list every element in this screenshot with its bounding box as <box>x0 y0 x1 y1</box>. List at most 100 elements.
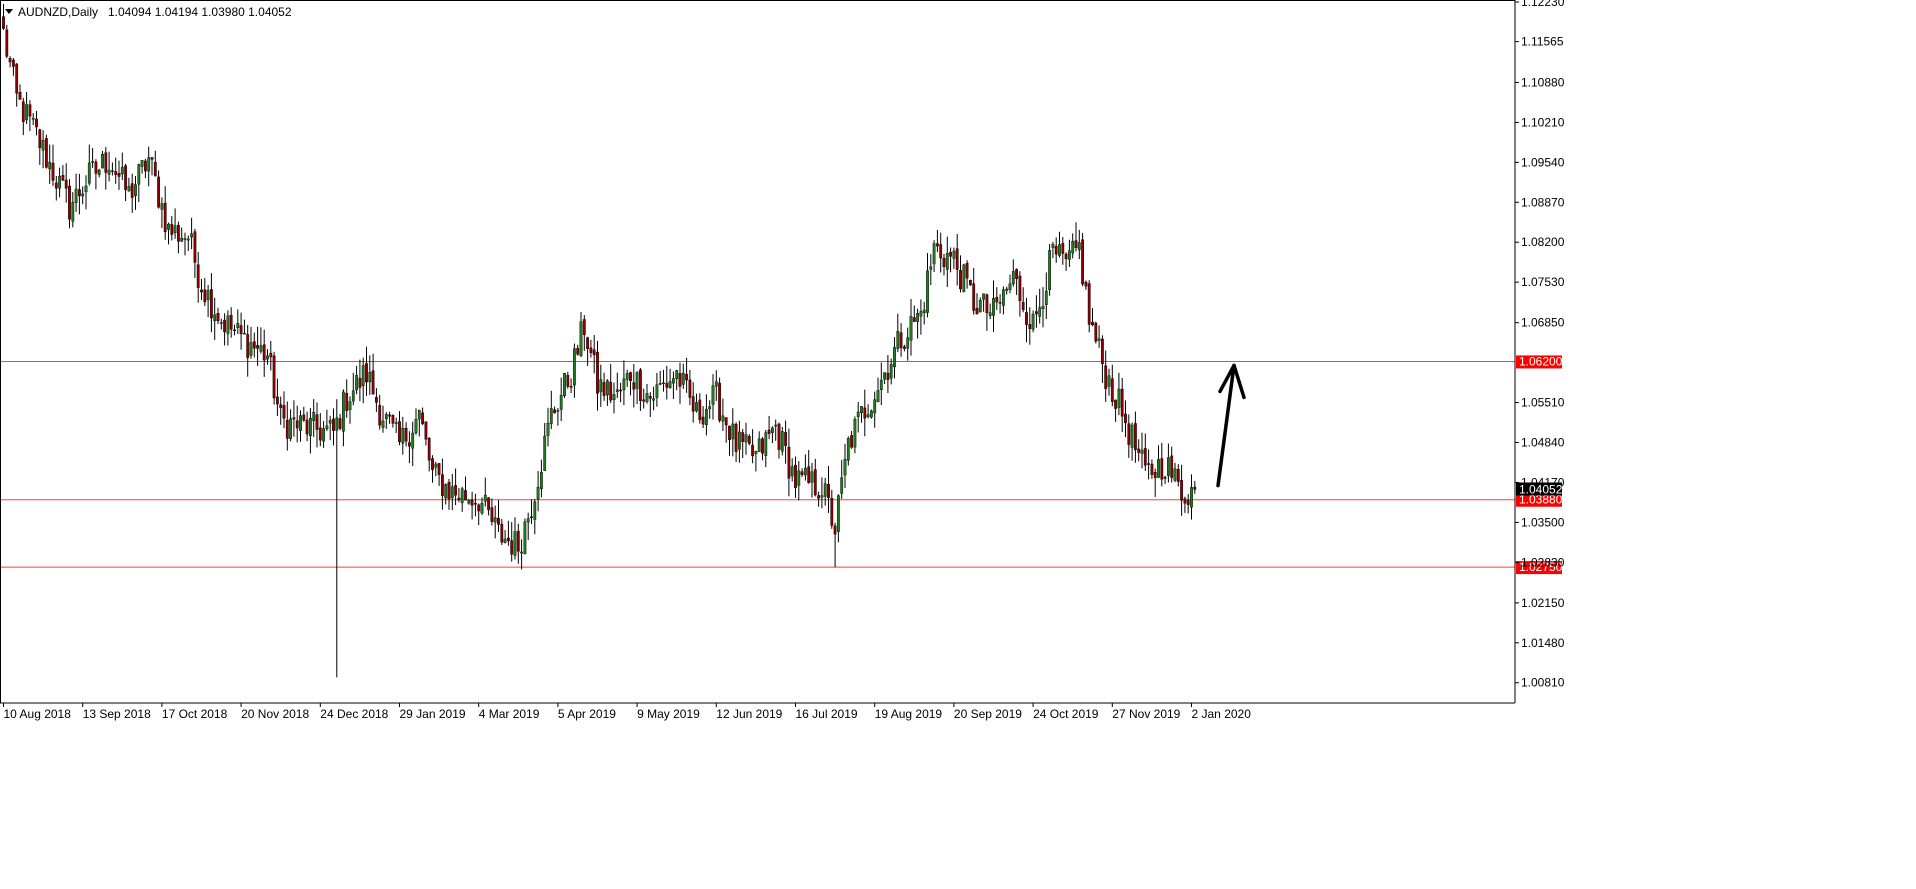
candle-body <box>955 248 959 270</box>
candle-body <box>681 372 685 385</box>
candle-body <box>266 355 269 360</box>
candle-body <box>256 345 259 349</box>
candle-body <box>77 189 81 197</box>
candle-body <box>549 408 553 424</box>
candle-body <box>421 412 424 425</box>
candle-body <box>734 424 738 452</box>
candle-body <box>1120 388 1124 417</box>
y-tick-label: 1.12230 <box>1521 0 1565 9</box>
x-tick-label: 27 Nov 2019 <box>1112 707 1180 721</box>
x-tick-label: 10 Aug 2018 <box>4 707 72 721</box>
candle-body <box>876 390 880 403</box>
candle-body <box>292 417 296 420</box>
candle-body <box>454 485 457 496</box>
candle-body <box>107 169 111 175</box>
candle-body <box>523 521 527 554</box>
candle-body <box>15 63 19 94</box>
candle-body <box>899 332 903 349</box>
candle-body <box>764 432 768 456</box>
candle-body <box>394 422 398 424</box>
candle-body <box>1180 480 1184 501</box>
candle-body <box>602 382 606 396</box>
candle-body <box>556 410 560 412</box>
candle-body <box>945 253 949 270</box>
candle-body <box>11 59 15 67</box>
candle-body <box>447 482 451 500</box>
candle-body <box>982 293 986 300</box>
candle-body <box>269 352 273 358</box>
candle-body <box>444 484 448 499</box>
candle-body <box>1091 321 1094 326</box>
candle-body <box>381 420 385 428</box>
candle-body <box>1051 243 1055 248</box>
candle-body <box>305 419 309 435</box>
candle-body <box>1117 388 1121 408</box>
candle-body <box>520 551 524 554</box>
chart-window[interactable]: 1.06200 1.03880 1.02750 1.12230 1.11565 1.10… <box>0 0 1916 884</box>
candle-body <box>84 185 88 193</box>
candle-body <box>120 166 124 175</box>
candle-body <box>761 438 764 454</box>
candle-body <box>460 488 464 504</box>
candle-body <box>54 182 58 189</box>
candle-body <box>431 458 434 470</box>
candle-body <box>866 414 870 417</box>
candle-body <box>351 390 355 402</box>
candle-body <box>1064 253 1068 260</box>
candle-body <box>97 169 101 175</box>
candle-body <box>8 58 12 63</box>
candle-body <box>1081 239 1085 285</box>
candle-body <box>279 404 283 408</box>
price-chart[interactable]: 1.062001.038801.02750 1.122301.115651.10… <box>0 0 1916 884</box>
candle-body <box>843 459 847 476</box>
candle-body <box>325 425 329 430</box>
candle-body <box>757 438 761 452</box>
candle-body <box>705 409 708 426</box>
candle-body <box>998 302 1002 304</box>
candle-body <box>130 183 134 198</box>
candle-body <box>272 355 276 399</box>
candle-body <box>718 382 722 421</box>
candle-body <box>936 243 939 247</box>
candle-body <box>289 418 292 439</box>
candle-body <box>467 500 471 504</box>
candle-body <box>503 538 507 543</box>
candle-body <box>582 319 586 335</box>
candle-body <box>1133 423 1137 451</box>
y-tick-label: 1.06850 <box>1521 316 1565 330</box>
candle-body <box>698 399 702 420</box>
candle-body <box>477 504 481 512</box>
candle-body <box>1183 498 1187 504</box>
candle-body <box>252 341 256 349</box>
candle-body <box>147 157 151 172</box>
x-tick-label: 20 Sep 2019 <box>954 707 1022 721</box>
x-tick-label: 5 Apr 2019 <box>558 707 616 721</box>
x-tick-label: 2 Jan 2020 <box>1192 707 1252 721</box>
candle-body <box>483 494 487 502</box>
candle-body <box>441 474 444 496</box>
x-tick-label: 13 Sep 2018 <box>83 707 151 721</box>
candle-body <box>48 161 52 170</box>
x-tick-label: 16 Jul 2019 <box>796 707 858 721</box>
candle-body <box>916 313 920 322</box>
candle-body <box>223 319 226 333</box>
level-price-label: 1.06200 <box>1519 354 1563 368</box>
candle-body <box>1107 375 1111 387</box>
candle-body <box>1018 275 1022 302</box>
candle-body <box>209 289 213 319</box>
x-tick-label: 19 Aug 2019 <box>875 707 943 721</box>
candle-body <box>242 333 246 335</box>
candle-body <box>490 507 494 522</box>
candle-body <box>104 152 108 173</box>
candle-body <box>355 375 358 391</box>
candle-body <box>810 471 814 483</box>
candle-body <box>837 495 840 532</box>
candle-body <box>932 243 936 265</box>
x-tick-label: 17 Oct 2018 <box>162 707 228 721</box>
candle-body <box>510 540 514 555</box>
candle-body <box>714 381 718 387</box>
candle-body <box>384 414 388 420</box>
candle-body <box>985 294 989 314</box>
candle-body <box>1190 487 1193 508</box>
candle-body <box>1034 311 1038 315</box>
